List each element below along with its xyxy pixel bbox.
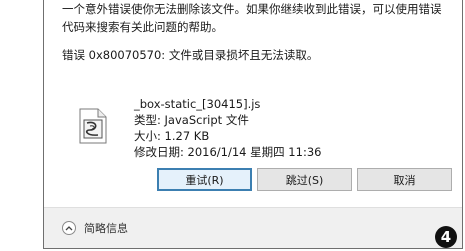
- skip-button[interactable]: 跳过(S): [257, 168, 352, 191]
- file-size: 大小: 1.27 KB: [134, 129, 210, 143]
- error-code-text: 错误 0x80070570: 文件或目录损坏且无法读取。: [62, 48, 319, 62]
- cancel-button[interactable]: 取消: [357, 168, 452, 191]
- file-modified-date: 修改日期: 2016/1/14 星期四 11:36: [134, 145, 322, 159]
- error-message: 一个意外错误使你无法删除该文件。如果你继续收到此错误，可以使用错误代码来搜索有关…: [62, 2, 442, 34]
- file-details: _box-static_[30415].js 类型: JavaScript 文件…: [134, 96, 321, 160]
- less-details-label: 简略信息: [84, 222, 128, 235]
- file-name: _box-static_[30415].js: [134, 97, 261, 111]
- error-dialog: 一个意外错误使你无法删除该文件。如果你继续收到此错误，可以使用错误代码来搜索有关…: [43, 0, 463, 249]
- step-number-badge: 4: [435, 226, 457, 248]
- file-type: 类型: JavaScript 文件: [134, 113, 249, 127]
- less-details-toggle[interactable]: 简略信息: [62, 220, 128, 236]
- retry-button[interactable]: 重试(R): [157, 168, 252, 191]
- js-script-file-icon: [78, 108, 108, 144]
- dialog-footer: 简略信息: [44, 208, 462, 248]
- chevron-up-icon: [62, 221, 76, 235]
